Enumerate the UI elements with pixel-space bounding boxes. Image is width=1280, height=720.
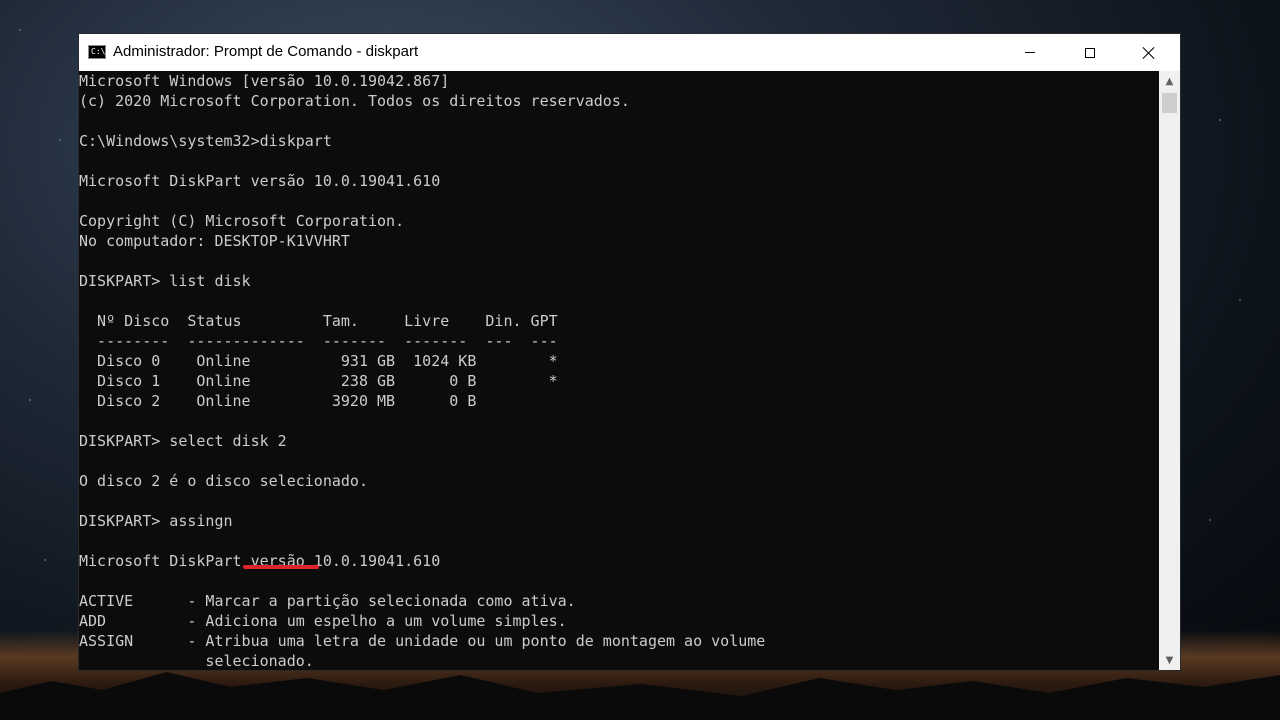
disk-table-row: Disco 2 Online 3920 MB 0 B [79, 392, 477, 410]
console-line: Microsoft DiskPart versão 10.0.19041.610 [79, 552, 441, 570]
console-line: DISKPART> select disk 2 [79, 432, 287, 450]
cmd-icon[interactable]: C:\ [88, 45, 106, 59]
close-icon [1142, 46, 1156, 60]
disk-table-header: Nº Disco Status Tam. Livre Din. GPT [79, 312, 558, 330]
scroll-thumb[interactable] [1162, 93, 1177, 113]
help-line: ASSIGN - Atribua uma letra de unidade ou… [79, 632, 766, 650]
vertical-scrollbar[interactable]: ▲ ▼ [1159, 71, 1180, 670]
console-line: Microsoft DiskPart versão 10.0.19041.610 [79, 172, 441, 190]
help-line: ADD - Adiciona um espelho a um volume si… [79, 612, 567, 630]
maximize-button[interactable] [1061, 34, 1119, 71]
minimize-button[interactable] [1001, 34, 1059, 71]
disk-table-separator: -------- ------------- ------- ------- -… [79, 332, 558, 350]
console-line: DISKPART> list disk [79, 272, 251, 290]
console-line: C:\Windows\system32>diskpart [79, 132, 332, 150]
console-line: No computador: DESKTOP-K1VVHRT [79, 232, 350, 250]
chevron-up-icon: ▲ [1165, 75, 1174, 87]
window-title: Administrador: Prompt de Comando - diskp… [113, 43, 419, 60]
maximize-icon [1085, 47, 1095, 58]
help-line: selecionado. [79, 652, 314, 670]
disk-table-row: Disco 0 Online 931 GB 1024 KB * [79, 352, 558, 370]
highlighted-command-line: DISKPART> assingn [79, 512, 233, 530]
disk-table-row: Disco 1 Online 238 GB 0 B * [79, 372, 558, 390]
help-line: ACTIVE - Marcar a partição selecionada c… [79, 592, 576, 610]
cmd-icon-text: C:\ [91, 47, 106, 56]
chevron-down-icon: ▼ [1165, 654, 1174, 666]
cmd-window[interactable]: C:\ Administrador: Prompt de Comando - d… [79, 34, 1180, 670]
console-line: (c) 2020 Microsoft Corporation. Todos os… [79, 92, 630, 110]
console-line: Copyright (C) Microsoft Corporation. [79, 212, 405, 230]
minimize-icon [1025, 52, 1035, 53]
console-line: Microsoft Windows [versão 10.0.19042.867… [79, 72, 450, 90]
scroll-down-button[interactable]: ▼ [1159, 650, 1180, 670]
console-line: O disco 2 é o disco selecionado. [79, 472, 368, 490]
scroll-up-button[interactable]: ▲ [1159, 71, 1180, 91]
red-underline-annotation [243, 565, 319, 569]
title-bar[interactable]: C:\ Administrador: Prompt de Comando - d… [79, 34, 1180, 71]
close-button[interactable] [1120, 34, 1178, 71]
console-output[interactable]: Microsoft Windows [versão 10.0.19042.867… [79, 71, 1159, 670]
